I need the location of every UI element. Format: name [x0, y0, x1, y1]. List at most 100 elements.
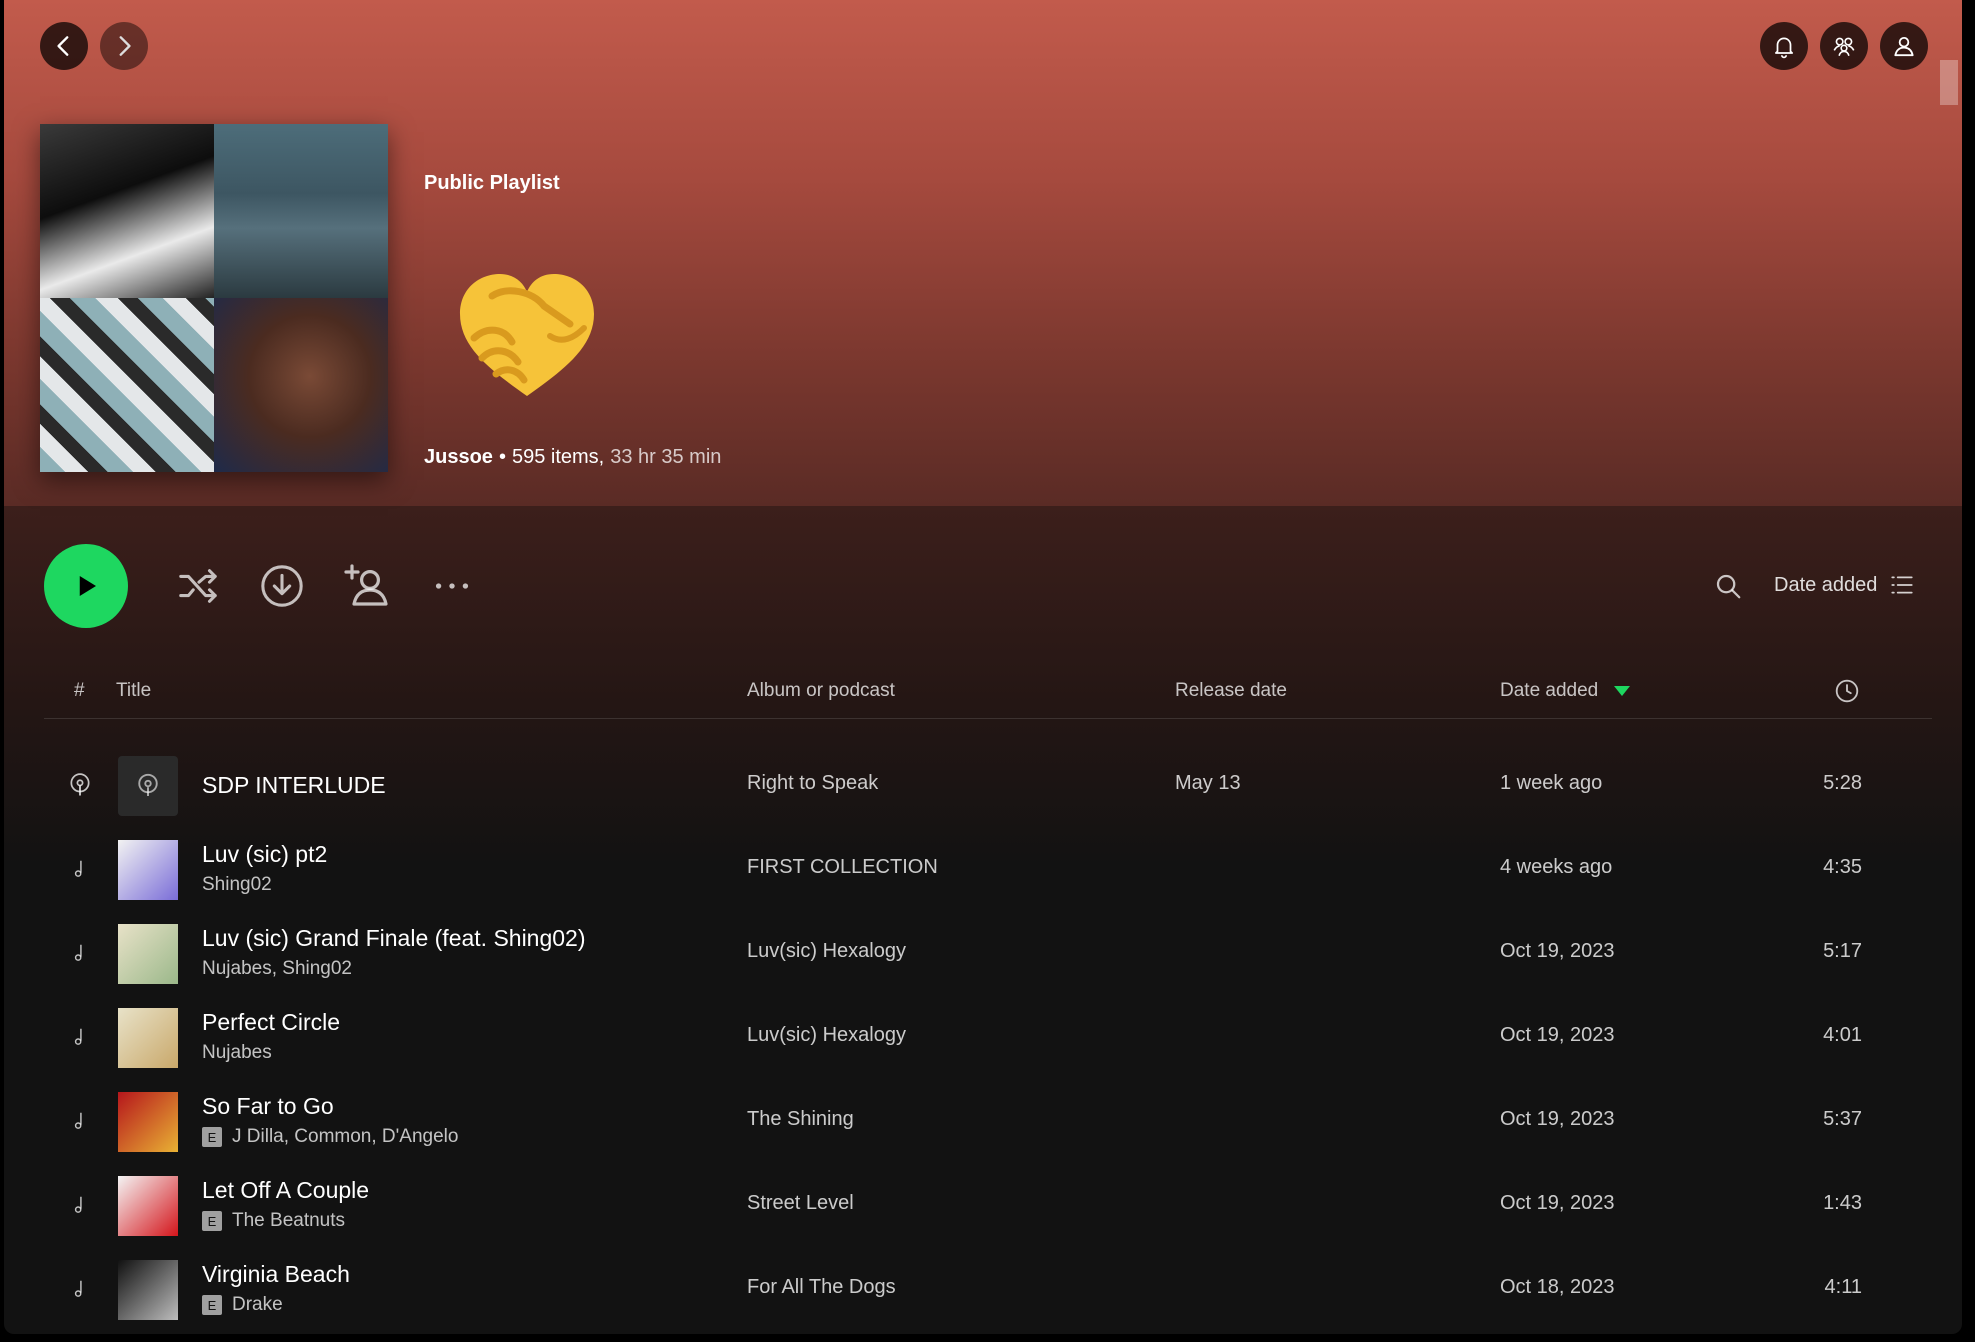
track-album[interactable]: Street Level: [747, 1192, 854, 1215]
track-row[interactable]: Perfect Circle Nujabes Luv(sic) Hexalogy Oc…: [44, 996, 1932, 1080]
track-artwork: [118, 924, 178, 984]
track-artist[interactable]: Nujabes, Shing02: [202, 958, 352, 980]
track-row[interactable]: Virginia Beach E Drake For All The Dogs Oct …: [44, 1248, 1932, 1332]
column-album[interactable]: Album or podcast: [747, 680, 895, 702]
track-title-cell: So Far to Go E J Dilla, Common, D'Angelo: [202, 1093, 458, 1148]
track-release-date: May 13: [1175, 772, 1241, 794]
playlist-duration: 33 hr 35 min: [610, 446, 722, 468]
track-artist-line: E Drake: [202, 1294, 350, 1316]
playlist-item-count: 595 items,: [511, 446, 605, 468]
playlist-type-label: Public Playlist: [424, 172, 560, 194]
podcast-icon: [66, 770, 94, 800]
track-duration: 4:01: [1823, 1024, 1862, 1046]
back-button[interactable]: [40, 22, 88, 70]
track-artist[interactable]: Drake: [232, 1294, 283, 1316]
notifications-button[interactable]: [1760, 22, 1808, 70]
track-date-added: 4 weeks ago: [1500, 856, 1613, 878]
track-album[interactable]: FIRST COLLECTION: [747, 856, 938, 879]
music-note-icon: [66, 938, 94, 968]
playlist-emoji-text: 🫶: [452, 266, 454, 267]
track-title[interactable]: Luv (sic) pt2: [202, 841, 327, 868]
scrollbar-thumb[interactable]: [1940, 60, 1958, 105]
playlist-title-emoji[interactable]: 🫶: [452, 266, 602, 406]
track-album[interactable]: Luv(sic) Hexalogy: [747, 940, 906, 963]
track-row[interactable]: Let Off A Couple E The Beatnuts Street Leve…: [44, 1164, 1932, 1248]
column-number: #: [74, 680, 85, 701]
download-button[interactable]: [258, 562, 306, 610]
track-title[interactable]: Let Off A Couple: [202, 1177, 369, 1204]
track-date-added: Oct 19, 2023: [1500, 1108, 1615, 1130]
cover-image-3: [40, 298, 214, 472]
clock-icon: [1835, 679, 1859, 703]
track-row[interactable]: SDP INTERLUDE Right to Speak May 13 1 week …: [44, 744, 1932, 828]
track-duration: 4:11: [1824, 1276, 1862, 1298]
invite-collaborator-button[interactable]: [342, 562, 390, 610]
track-row[interactable]: So Far to Go E J Dilla, Common, D'Angelo Th…: [44, 1080, 1932, 1164]
playlist-cover[interactable]: [40, 124, 388, 472]
shuffle-icon: [179, 569, 217, 603]
track-row[interactable]: Luv (sic) Grand Finale (feat. Shing02) Nu…: [44, 912, 1932, 996]
more-horizontal-icon: [435, 583, 469, 589]
track-album[interactable]: Right to Speak: [747, 772, 878, 795]
music-note-icon: [66, 854, 94, 884]
track-title[interactable]: So Far to Go: [202, 1093, 458, 1120]
track-artist[interactable]: Shing02: [202, 874, 272, 896]
column-title[interactable]: Title: [116, 680, 151, 702]
music-note-icon: [66, 1190, 94, 1220]
track-artist[interactable]: J Dilla, Common, D'Angelo: [232, 1126, 458, 1148]
track-artist-line: Shing02: [202, 874, 327, 896]
sort-dropdown[interactable]: Date added: [1774, 572, 1915, 598]
track-date-added: Oct 19, 2023: [1500, 940, 1615, 962]
chevron-left-icon: [57, 36, 69, 56]
shuffle-button[interactable]: [174, 562, 222, 610]
track-album[interactable]: The Shining: [747, 1108, 854, 1131]
more-options-button[interactable]: [428, 562, 476, 610]
track-artwork: [118, 756, 178, 816]
track-artist[interactable]: The Beatnuts: [232, 1210, 345, 1232]
column-date-added-label: Date added: [1500, 680, 1599, 701]
track-duration: 5:37: [1823, 1108, 1862, 1130]
column-duration[interactable]: [1834, 678, 1860, 710]
track-artwork: [118, 1008, 178, 1068]
column-date-added[interactable]: Date added: [1500, 680, 1631, 702]
music-note-icon: [66, 1106, 94, 1136]
track-title-cell: Let Off A Couple E The Beatnuts: [202, 1177, 369, 1232]
search-in-playlist-button[interactable]: [1704, 562, 1752, 610]
meta-separator: •: [498, 446, 506, 468]
playlist-meta: Jussoe • 595 items, 33 hr 35 min: [424, 446, 721, 469]
forward-button[interactable]: [100, 22, 148, 70]
track-artist-line: E J Dilla, Common, D'Angelo: [202, 1126, 458, 1148]
track-title[interactable]: SDP INTERLUDE: [202, 772, 386, 799]
playlist-owner-link[interactable]: Jussoe: [424, 446, 493, 469]
sort-label: Date added: [1774, 573, 1878, 596]
add-user-icon: [344, 564, 388, 606]
track-album[interactable]: For All The Dogs: [747, 1276, 896, 1299]
track-artist-line: Nujabes, Shing02: [202, 958, 586, 980]
track-artwork: [118, 840, 178, 900]
download-circle-icon: [261, 565, 303, 607]
track-album[interactable]: Luv(sic) Hexalogy: [747, 1024, 906, 1047]
friend-activity-button[interactable]: [1820, 22, 1868, 70]
track-artist-line: Nujabes: [202, 1042, 340, 1064]
track-duration: 1:43: [1823, 1192, 1862, 1214]
track-row[interactable]: Luv (sic) pt2 Shing02 FIRST COLLECTION 4 we…: [44, 828, 1932, 912]
explicit-badge: E: [202, 1211, 222, 1231]
track-artist[interactable]: Nujabes: [202, 1042, 272, 1064]
track-date-added: Oct 19, 2023: [1500, 1192, 1615, 1214]
track-date-added: Oct 18, 2023: [1500, 1276, 1615, 1298]
track-title[interactable]: Perfect Circle: [202, 1009, 340, 1036]
bell-icon: [1775, 37, 1793, 59]
track-duration: 5:28: [1823, 772, 1862, 794]
track-title[interactable]: Virginia Beach: [202, 1261, 350, 1288]
track-date-added: 1 week ago: [1500, 772, 1603, 794]
profile-button[interactable]: [1880, 22, 1928, 70]
user-icon: [1894, 36, 1914, 57]
explicit-badge: E: [202, 1127, 222, 1147]
track-artist-line: E The Beatnuts: [202, 1210, 369, 1232]
play-button[interactable]: [44, 544, 128, 628]
track-title-cell: Perfect Circle Nujabes: [202, 1009, 340, 1064]
app-window: Public Playlist 🫶 Jussoe • 595 items, 33…: [4, 0, 1962, 1334]
track-title-cell: Virginia Beach E Drake: [202, 1261, 350, 1316]
track-title[interactable]: Luv (sic) Grand Finale (feat. Shing02): [202, 925, 586, 952]
column-release-date[interactable]: Release date: [1175, 680, 1287, 702]
